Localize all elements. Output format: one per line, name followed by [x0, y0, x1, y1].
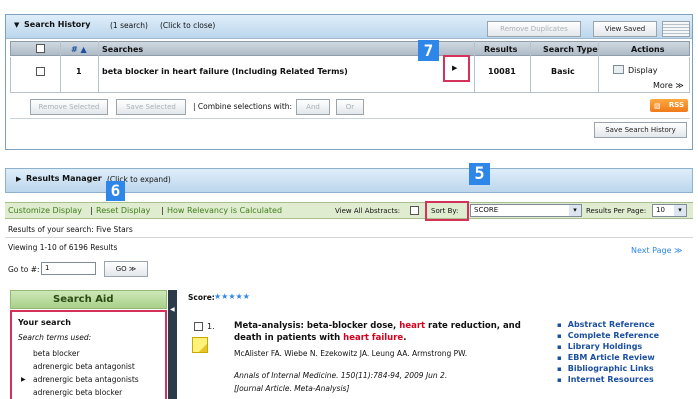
row-divider [530, 41, 531, 93]
marker-6: 6 [106, 181, 125, 201]
record-link[interactable]: Library Holdings [557, 341, 659, 352]
record-link[interactable]: Internet Resources [557, 374, 659, 385]
collapse-left-icon: ◀ [170, 306, 175, 313]
row-divider [474, 41, 475, 93]
view-abstracts-checkbox[interactable] [410, 206, 419, 215]
search-history-toggle[interactable]: (Click to close) [160, 21, 215, 30]
record-link[interactable]: Complete Reference [557, 330, 659, 341]
search-term[interactable]: adrenergic beta blocker [33, 388, 122, 397]
record-title-part: Meta-analysis: beta-blocker dose, [234, 321, 397, 331]
record-checkbox[interactable] [194, 322, 203, 331]
view-abstracts-label: View All Abstracts: [335, 207, 401, 215]
relevancy-link[interactable]: How Relevancy is Calculated [167, 206, 282, 215]
collapse-triangle-icon[interactable]: ▼ [14, 21, 19, 29]
row-search-type: Basic [551, 67, 575, 76]
view-saved-button[interactable]: View Saved [593, 21, 657, 37]
separator [5, 237, 693, 238]
search-history-title[interactable]: Search History [24, 20, 90, 29]
menu-lines-icon[interactable] [662, 21, 690, 37]
viewing-count: Viewing 1-10 of 6196 Results [8, 243, 118, 252]
or-button[interactable]: Or [336, 99, 364, 115]
record-citation: Annals of Internal Medicine. 150(11):784… [234, 371, 448, 380]
score-stars: ★★★★★ [214, 292, 250, 301]
separator [10, 118, 690, 119]
search-history-header[interactable] [6, 15, 692, 39]
and-button[interactable]: And [296, 99, 330, 115]
row-number: 1 [76, 67, 82, 76]
more-action[interactable]: More ≫ [653, 81, 684, 90]
rss-feed-icon: ▨ [654, 102, 661, 110]
record-link[interactable]: Abstract Reference [557, 319, 659, 330]
column-number[interactable]: # ▲ [71, 45, 87, 54]
display-action[interactable]: Display [628, 66, 658, 75]
remove-selected-button[interactable]: Remove Selected [30, 99, 108, 115]
sticky-note-icon[interactable] [192, 337, 208, 353]
reset-display-link[interactable]: Reset Display [96, 206, 150, 215]
sort-by-label: Sort By: [431, 207, 459, 215]
save-selected-button[interactable]: Save Selected [116, 99, 186, 115]
goto-input[interactable]: 1 [41, 262, 96, 275]
combine-label: | Combine selections with: [193, 102, 293, 111]
chevron-down-icon: ▾ [569, 205, 581, 216]
column-actions: Actions [631, 45, 665, 54]
sort-by-select[interactable]: SCORE ▾ [470, 204, 582, 217]
row-divider [98, 41, 99, 93]
select-all-checkbox[interactable] [36, 44, 45, 53]
record-link[interactable]: EBM Article Review [557, 352, 659, 363]
record-title-part: . [403, 333, 407, 343]
goto-input-value: 1 [45, 264, 50, 272]
remove-duplicates-button[interactable]: Remove Duplicates [487, 21, 581, 37]
goto-label: Go to #: [8, 265, 40, 274]
record-title[interactable]: Meta-analysis: beta-blocker dose, heart … [234, 320, 548, 344]
record-title-highlight: heart [399, 321, 426, 331]
row-divider [60, 41, 61, 93]
toolbar-pipe: | [90, 206, 93, 215]
toolbar-pipe: | [161, 206, 164, 215]
marker-7: 7 [418, 40, 439, 61]
your-search-heading: Your search [18, 318, 71, 327]
expand-triangle-icon[interactable]: ▶ [16, 175, 21, 183]
go-button[interactable]: GO ≫ [104, 261, 148, 277]
record-links: Abstract Reference Complete Reference Li… [557, 319, 659, 385]
search-term[interactable]: adrenergic beta antagonist [33, 362, 135, 371]
search-aid-title[interactable]: Search Aid [53, 294, 114, 305]
rss-label: RSS [668, 101, 684, 109]
column-searches: Searches [102, 45, 144, 54]
sidebar-collapse-tab[interactable]: ◀ [168, 290, 177, 399]
customize-display-link[interactable]: Customize Display [8, 206, 82, 215]
search-term[interactable]: beta blocker [33, 349, 80, 358]
terms-used-label: Search terms used: [18, 333, 92, 342]
search-term[interactable]: adrenergic beta antagonists [33, 375, 139, 384]
results-search-label: Results of your search: Five Stars [8, 225, 133, 234]
save-search-history-button[interactable]: Save Search History [594, 122, 687, 138]
display-icon[interactable] [613, 65, 624, 74]
per-page-label: Results Per Page: [586, 207, 647, 215]
next-page-link[interactable]: Next Page ≫ [631, 246, 682, 255]
column-search-type: Search Type [543, 45, 598, 54]
record-title-highlight: heart failure [343, 333, 404, 343]
per-page-value: 10 [656, 206, 665, 214]
row-checkbox[interactable] [36, 67, 45, 76]
marker-5: 5 [469, 163, 490, 185]
sort-by-value: SCORE [474, 206, 499, 214]
record-authors: McAlister FA. Wiebe N. Ezekowitz JA. Leu… [234, 349, 468, 358]
record-link[interactable]: Bibliographic Links [557, 363, 659, 374]
row-search-text: beta blocker in heart failure (Including… [102, 67, 348, 76]
chevron-down-icon: ▾ [674, 205, 686, 216]
score-label: Score: [188, 293, 215, 302]
expand-term-icon[interactable]: ▶ [21, 376, 26, 383]
per-page-select[interactable]: 10 ▾ [652, 204, 687, 217]
record-number: 1. [207, 322, 215, 331]
results-manager-title[interactable]: Results Manager [26, 174, 102, 183]
column-results: Results [484, 45, 518, 54]
expand-arrow-icon[interactable]: ▶ [452, 64, 457, 72]
rss-badge[interactable]: ▨ RSS [650, 99, 688, 112]
search-history-count: (1 search) [110, 21, 148, 30]
row-divider [598, 41, 599, 93]
row-results[interactable]: 10081 [488, 67, 516, 76]
record-pubtype: [Journal Article. Meta-Analysis] [234, 384, 350, 393]
